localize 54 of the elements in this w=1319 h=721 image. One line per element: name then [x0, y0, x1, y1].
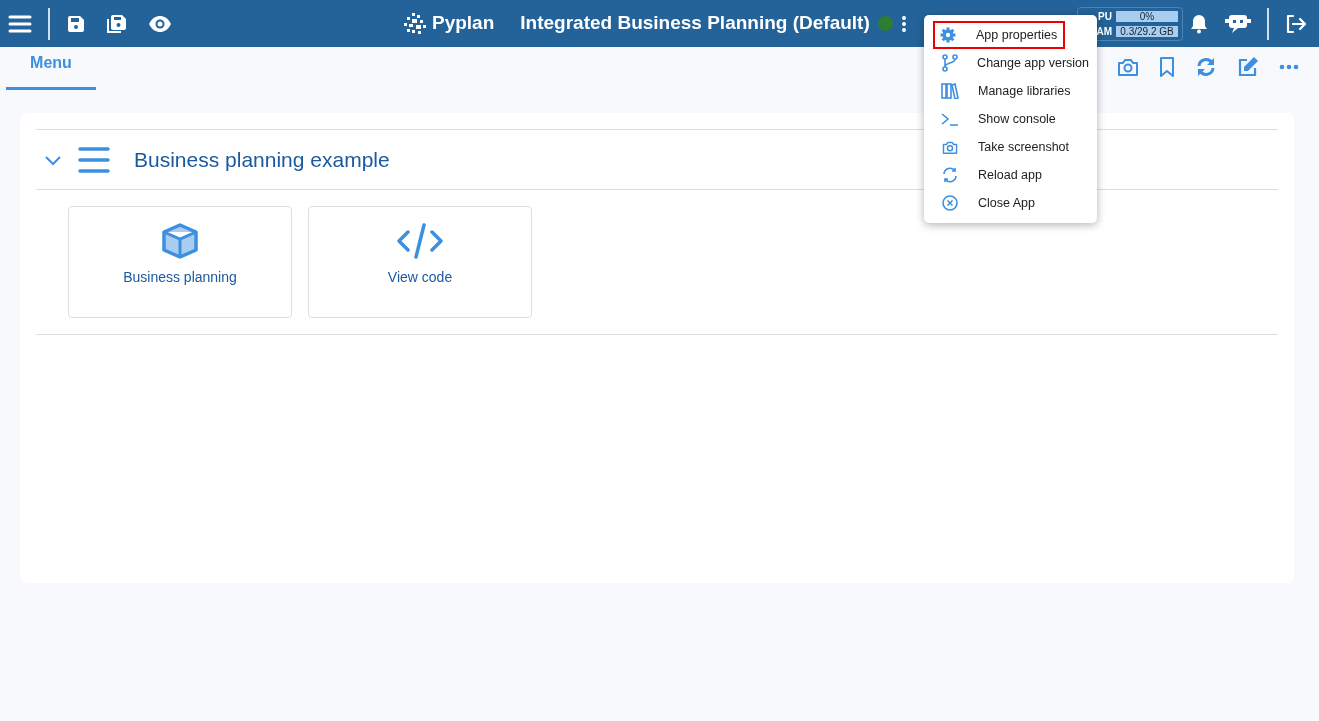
code-tile[interactable]: View code [308, 206, 532, 318]
bookmark-icon-button[interactable] [1159, 56, 1175, 78]
resource-label: PU [1097, 9, 1112, 24]
save-icon [66, 13, 86, 34]
camera-icon-button[interactable] [1117, 57, 1139, 77]
collapse-toggle[interactable] [44, 153, 62, 166]
save-copies-icon-button[interactable] [106, 12, 128, 35]
refresh-icon-button[interactable] [1195, 56, 1217, 78]
books-icon [941, 83, 959, 99]
eye-icon-button[interactable] [148, 14, 172, 33]
more-icon [1279, 64, 1299, 70]
menu-item[interactable]: Reload app [924, 161, 1097, 189]
close-icon [942, 195, 958, 211]
app-title: Integrated Business Planning (Default) [520, 11, 870, 36]
bookmark-icon [1159, 56, 1175, 78]
brand-name: Pyplan [432, 11, 495, 36]
menu-item[interactable]: Change app version [924, 49, 1097, 77]
branch-icon [941, 54, 958, 72]
cube-icon [161, 223, 199, 259]
menu-item[interactable]: Show console [924, 105, 1097, 133]
bell-icon-button[interactable] [1189, 13, 1209, 34]
resource-label: AM [1095, 24, 1112, 39]
robot-icon-button[interactable] [1225, 12, 1251, 35]
menu-icon-button[interactable] [8, 13, 32, 34]
camera-icon [1117, 57, 1139, 77]
menu-item[interactable]: App properties [933, 21, 1066, 49]
resource-meter: 0% [1116, 10, 1178, 22]
logout-icon [1285, 13, 1307, 34]
logout-icon-button[interactable] [1285, 13, 1307, 34]
menu-item[interactable]: Take screenshot [924, 133, 1097, 161]
robot-icon [1225, 12, 1251, 35]
options-button[interactable] [900, 14, 907, 33]
logo-icon [402, 11, 428, 36]
save-icon-button[interactable] [66, 13, 86, 34]
refresh-icon [1195, 56, 1217, 78]
list-icon [78, 145, 110, 174]
refresh-icon [942, 167, 958, 183]
edit-icon [1237, 56, 1259, 78]
menu-item[interactable]: Close App [924, 189, 1097, 217]
camera-icon [942, 139, 958, 155]
eye-icon [148, 14, 172, 33]
menu-item[interactable]: Manage libraries [924, 77, 1097, 105]
menu-icon [8, 13, 32, 34]
settings-icon [940, 27, 956, 43]
planning-tile[interactable]: Business planning [68, 206, 292, 318]
resource-meter: 0.3/29.2 GB [1116, 25, 1178, 37]
section-title: Business planning example [134, 146, 390, 173]
edit-icon-button[interactable] [1237, 56, 1259, 78]
code-icon [396, 223, 444, 259]
more-icon-button[interactable] [1279, 64, 1299, 70]
save-copies-icon [106, 12, 128, 35]
bell-icon [1189, 13, 1209, 34]
terminal-icon [941, 112, 959, 126]
kebab-icon [900, 14, 907, 33]
